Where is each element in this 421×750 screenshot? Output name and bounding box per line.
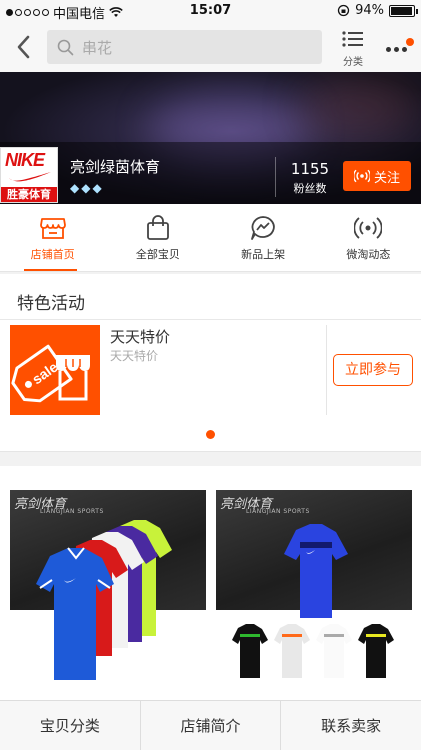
tab-new-arrivals[interactable]: 新品上架: [211, 204, 316, 271]
product-card[interactable]: 亮剑体育 LIANGJIAN SPORTS: [216, 490, 412, 687]
product-grid: 亮剑体育 LIANGJIAN SPORTS 亮剑体育 LIANGJIAN SPO…: [0, 466, 421, 700]
tab-label: 全部宝贝: [135, 248, 180, 261]
shop-logo[interactable]: NIKE 胜豪体育: [0, 147, 58, 203]
bottom-bar: 宝贝分类 店铺简介 联系卖家: [0, 700, 421, 750]
tab-weitao-feed[interactable]: 微淘动态: [316, 204, 421, 271]
tab-label: 店铺首页: [30, 248, 75, 261]
contact-seller-button[interactable]: 联系卖家: [281, 701, 421, 750]
logo-name: 胜豪体育: [1, 187, 57, 202]
status-bar: 中国电信 15:07 94%: [0, 0, 421, 22]
sale-tag-icon: sale: [11, 344, 90, 403]
featured-activity-section: 特色活动 sale 天天特价 天天特价 立即参与: [0, 274, 421, 452]
nav-bar: 串花 分类: [0, 22, 421, 72]
battery-icon: [389, 4, 418, 17]
more-dot-icon: [386, 47, 391, 52]
tab-label: 新品上架: [241, 248, 286, 261]
diamond-icon: ◆: [81, 181, 91, 195]
shop-intro-button[interactable]: 店铺简介: [141, 701, 282, 750]
more-dot-icon: [394, 47, 399, 52]
tab-all-items[interactable]: 全部宝贝: [105, 204, 210, 271]
divider: [326, 325, 327, 415]
list-icon: [342, 31, 363, 47]
fans-count: 1155 粉丝数: [285, 160, 335, 196]
carousel-dot[interactable]: [206, 430, 215, 439]
fans-number: 1155: [290, 160, 330, 178]
shop-name: 亮剑绿茵体育: [70, 158, 161, 176]
more-dot-icon: [402, 47, 407, 52]
search-input[interactable]: 串花: [47, 30, 322, 64]
swoosh-icon: [9, 172, 51, 182]
product-brand-en: LIANGJIAN SPORTS: [40, 508, 104, 515]
tab-label: 微淘动态: [346, 248, 391, 261]
sale-tag-image[interactable]: sale: [10, 325, 100, 415]
shop-tabs: 店铺首页 全部宝贝 新品上架 微淘动态: [0, 204, 421, 272]
category-label: 分类: [343, 57, 363, 68]
search-icon: [57, 39, 74, 55]
fans-label: 粉丝数: [293, 182, 327, 195]
more-button[interactable]: [384, 36, 416, 62]
join-now-button[interactable]: 立即参与: [333, 354, 413, 386]
battery-percent: 94%: [355, 3, 384, 18]
follow-label: 关注: [373, 170, 400, 186]
search-placeholder: 串花: [82, 38, 113, 57]
shop-page: 中国电信 15:07 94% 串花 分类 NIKE 胜豪体育 亮剑绿茵体育 ◆ …: [0, 0, 421, 750]
notification-badge: [406, 38, 414, 46]
category-button[interactable]: 分类: [338, 30, 368, 68]
bag-icon: [146, 215, 169, 240]
shop-rating: ◆ ◆ ◆: [70, 181, 102, 195]
lightning-chat-icon: [251, 216, 275, 240]
product-card[interactable]: 亮剑体育 LIANGJIAN SPORTS: [10, 490, 206, 687]
activity-name: 天天特价: [110, 328, 171, 346]
diamond-icon: ◆: [92, 181, 102, 195]
jersey-group-image: [36, 520, 172, 680]
rotation-lock-icon: [337, 4, 350, 17]
divider: [0, 319, 421, 320]
item-categories-button[interactable]: 宝贝分类: [0, 701, 141, 750]
storefront-icon: [39, 218, 66, 239]
diamond-icon: ◆: [70, 181, 80, 195]
tab-shop-home[interactable]: 店铺首页: [0, 204, 105, 271]
back-arrow-icon[interactable]: [12, 32, 36, 62]
logo-brand: NIKE: [5, 150, 45, 170]
broadcast-icon: [354, 217, 383, 239]
section-title: 特色活动: [17, 294, 85, 314]
follow-button[interactable]: 关注: [343, 161, 411, 191]
activity-subtitle: 天天特价: [110, 349, 159, 363]
divider: [275, 157, 276, 197]
jersey-colorways-image: [232, 524, 394, 678]
product-brand-en: LIANGJIAN SPORTS: [246, 508, 310, 515]
battery-fill: [391, 6, 412, 15]
broadcast-icon: [353, 169, 370, 183]
